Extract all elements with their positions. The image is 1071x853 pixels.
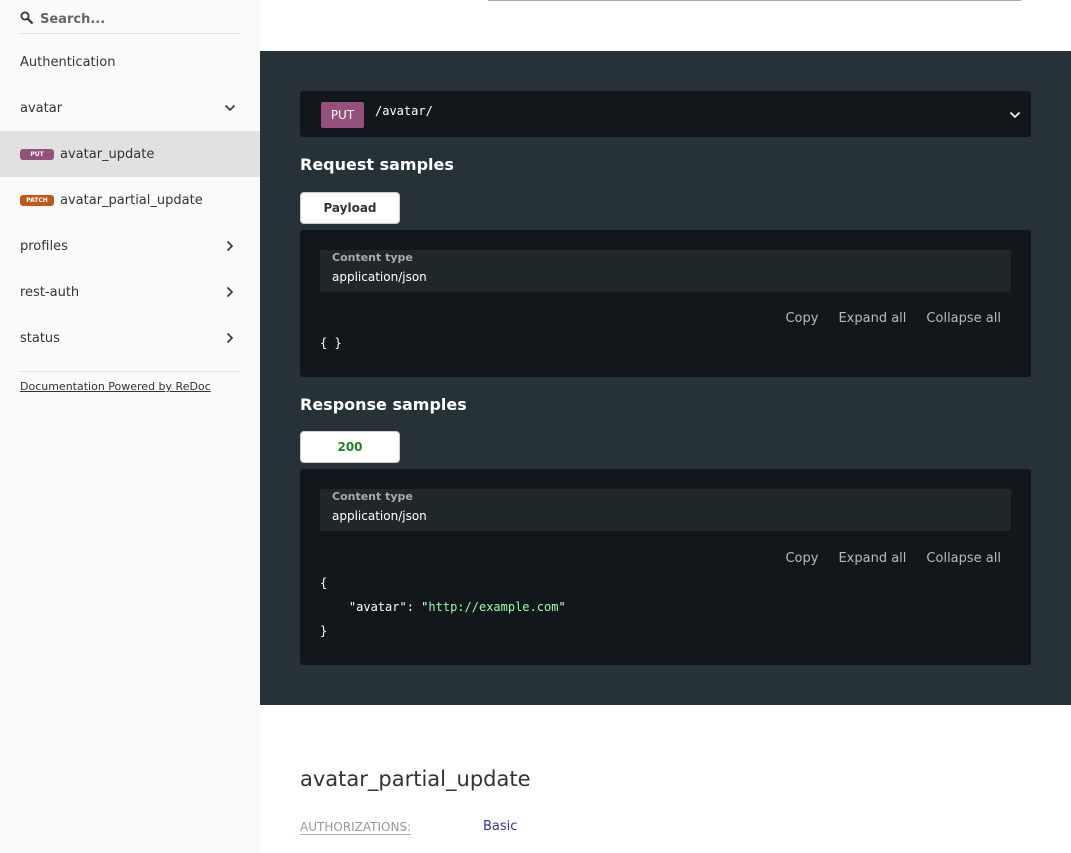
sample-actions: Copy Expand all Collapse all <box>785 311 1001 326</box>
content-type-value: application/json <box>332 270 427 284</box>
sidebar-item-label: Authentication <box>20 54 116 70</box>
auth-basic-link[interactable]: Basic <box>483 819 517 834</box>
http-method-badge: PUT <box>321 102 364 128</box>
sidebar-menu: Authentication avatar PUT avatar_update … <box>0 39 260 361</box>
request-sample-box: Content type application/json Copy Expan… <box>300 230 1031 377</box>
content-type-select[interactable]: Content type application/json <box>320 489 1011 531</box>
sidebar-item-avatar-update[interactable]: PUT avatar_update <box>0 131 260 177</box>
samples-panel: PUT /avatar/ Request samples Payload Con… <box>260 51 1071 705</box>
sidebar-item-status[interactable]: status <box>0 315 260 361</box>
authorizations-label: AUTHORIZATIONS: <box>300 820 412 835</box>
sample-actions: Copy Expand all Collapse all <box>785 551 1001 566</box>
tab-200[interactable]: 200 <box>300 431 400 463</box>
json-close-brace: } <box>320 624 328 638</box>
chevron-right-icon <box>226 286 234 298</box>
divider-line <box>488 0 1021 1</box>
endpoint-bar[interactable]: PUT /avatar/ <box>300 91 1031 137</box>
put-badge: PUT <box>20 148 54 160</box>
operation-title: avatar_partial_update <box>300 767 531 791</box>
sidebar-item-label: status <box>20 330 60 346</box>
tab-payload[interactable]: Payload <box>300 192 400 224</box>
copy-button[interactable]: Copy <box>785 551 818 566</box>
endpoint-path: /avatar/ <box>375 104 433 118</box>
sidebar-item-label: avatar <box>20 100 63 116</box>
sidebar-item-avatar[interactable]: avatar <box>0 85 260 131</box>
patch-badge: PATCH <box>20 194 54 206</box>
content-type-select[interactable]: Content type application/json <box>320 250 1011 292</box>
chevron-right-icon <box>226 240 234 252</box>
json-open-brace: { <box>320 576 328 590</box>
sidebar-item-authentication[interactable]: Authentication <box>0 39 260 85</box>
search-icon <box>20 11 34 25</box>
expand-all-button[interactable]: Expand all <box>838 551 906 566</box>
sidebar-divider <box>20 371 240 372</box>
content-type-value: application/json <box>332 509 427 523</box>
sidebar-item-profiles[interactable]: profiles <box>0 223 260 269</box>
response-sample-box: Content type application/json Copy Expan… <box>300 469 1031 665</box>
sidebar: Authentication avatar PUT avatar_update … <box>0 0 260 853</box>
search-box <box>20 4 240 34</box>
json-quote: " <box>558 600 566 614</box>
json-colon: : <box>406 600 422 614</box>
chevron-right-icon <box>226 332 234 344</box>
content-type-label: Content type <box>332 490 413 503</box>
sidebar-item-label: avatar_partial_update <box>60 192 203 208</box>
sidebar-item-avatar-partial-update[interactable]: PATCH avatar_partial_update <box>0 177 260 223</box>
collapse-all-button[interactable]: Collapse all <box>926 551 1001 566</box>
json-url-link[interactable]: http://example.com <box>428 600 558 614</box>
search-input[interactable] <box>40 8 236 30</box>
sidebar-item-label: rest-auth <box>20 284 80 300</box>
response-samples-title: Response samples <box>300 395 467 414</box>
chevron-down-icon <box>224 104 236 112</box>
powered-by-link[interactable]: Documentation Powered by ReDoc <box>20 380 211 393</box>
content-type-label: Content type <box>332 251 413 264</box>
copy-button[interactable]: Copy <box>785 311 818 326</box>
sidebar-item-label: profiles <box>20 238 68 254</box>
chevron-down-icon <box>1009 111 1021 119</box>
json-key: "avatar" <box>348 600 407 614</box>
request-samples-title: Request samples <box>300 155 454 174</box>
response-body-code: { "avatar": "http://example.com" } <box>320 571 566 643</box>
sidebar-item-label: avatar_update <box>60 146 155 162</box>
collapse-all-button[interactable]: Collapse all <box>926 311 1001 326</box>
sidebar-item-rest-auth[interactable]: rest-auth <box>0 269 260 315</box>
expand-all-button[interactable]: Expand all <box>838 311 906 326</box>
request-body-code: { } <box>320 336 342 350</box>
